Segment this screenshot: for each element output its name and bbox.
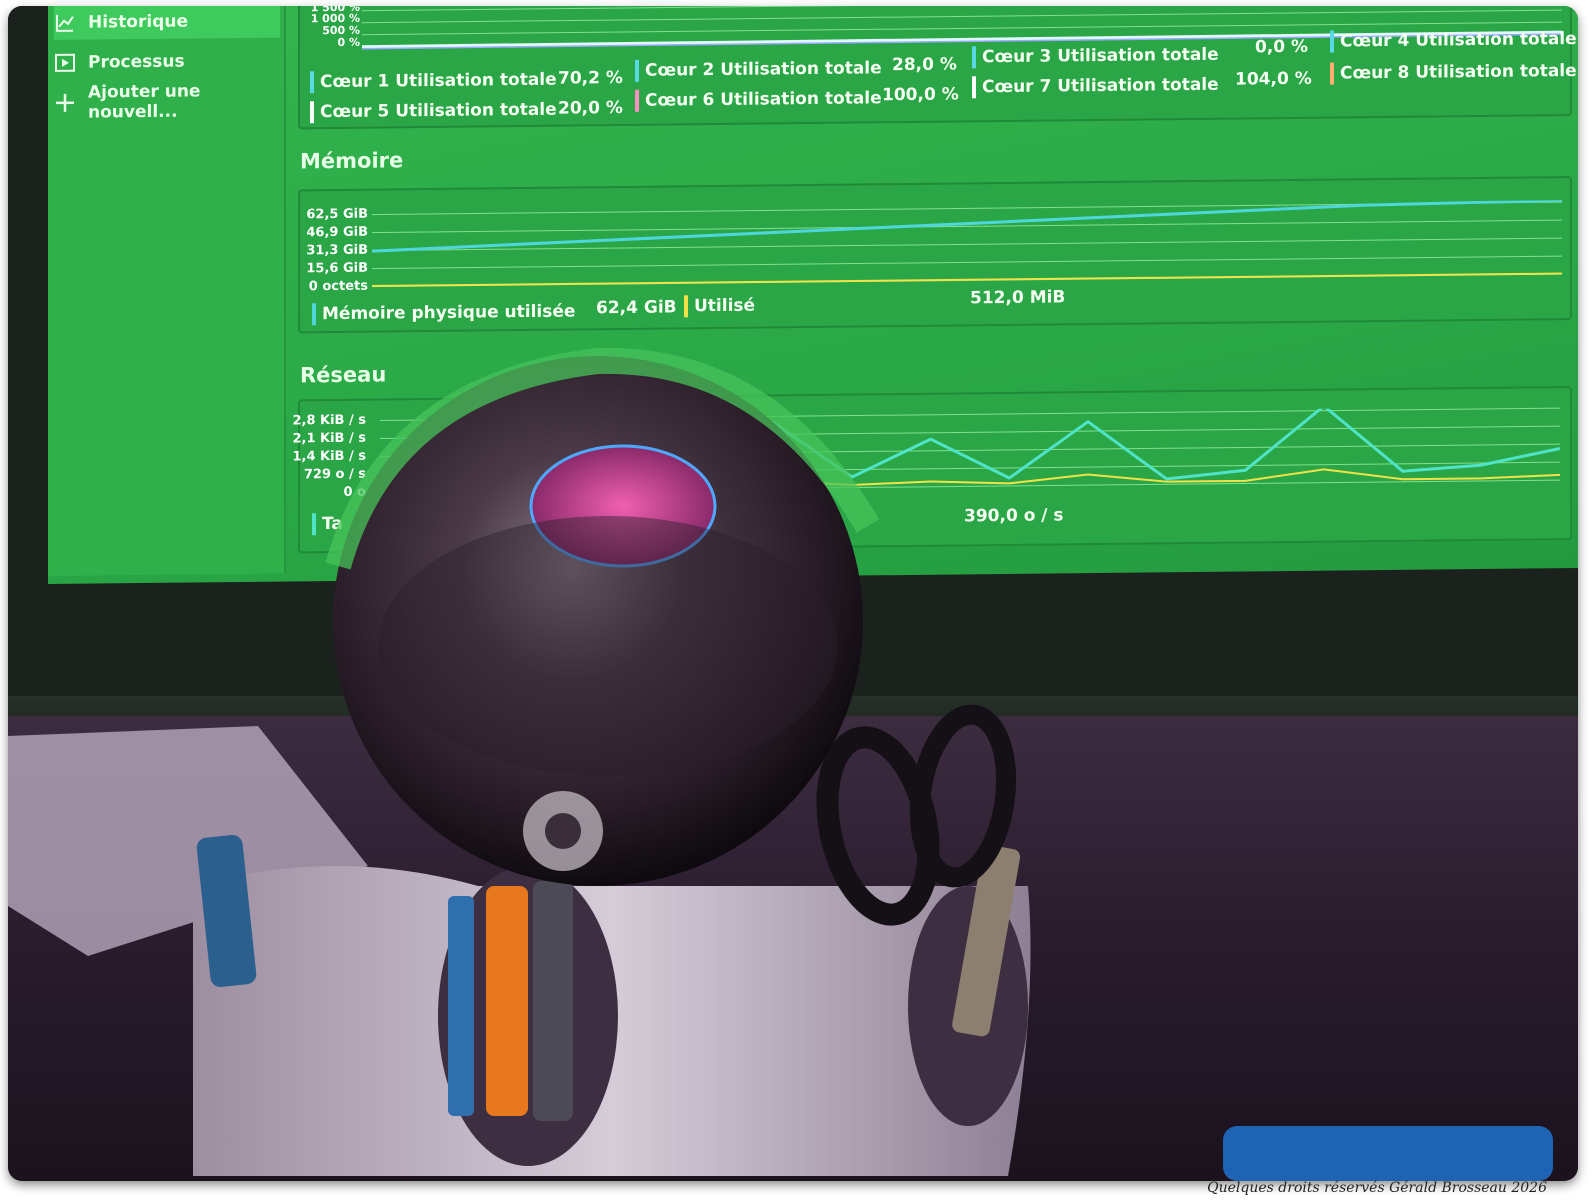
copyright-watermark: Quelques droits réservés Gérald Brosseau…: [1207, 1180, 1547, 1196]
photo-frame: Historique Processus Ajouter une nouvell…: [8, 6, 1578, 1181]
chrome-sphere: [325, 347, 880, 886]
desk-scene: [8, 347, 1553, 1181]
